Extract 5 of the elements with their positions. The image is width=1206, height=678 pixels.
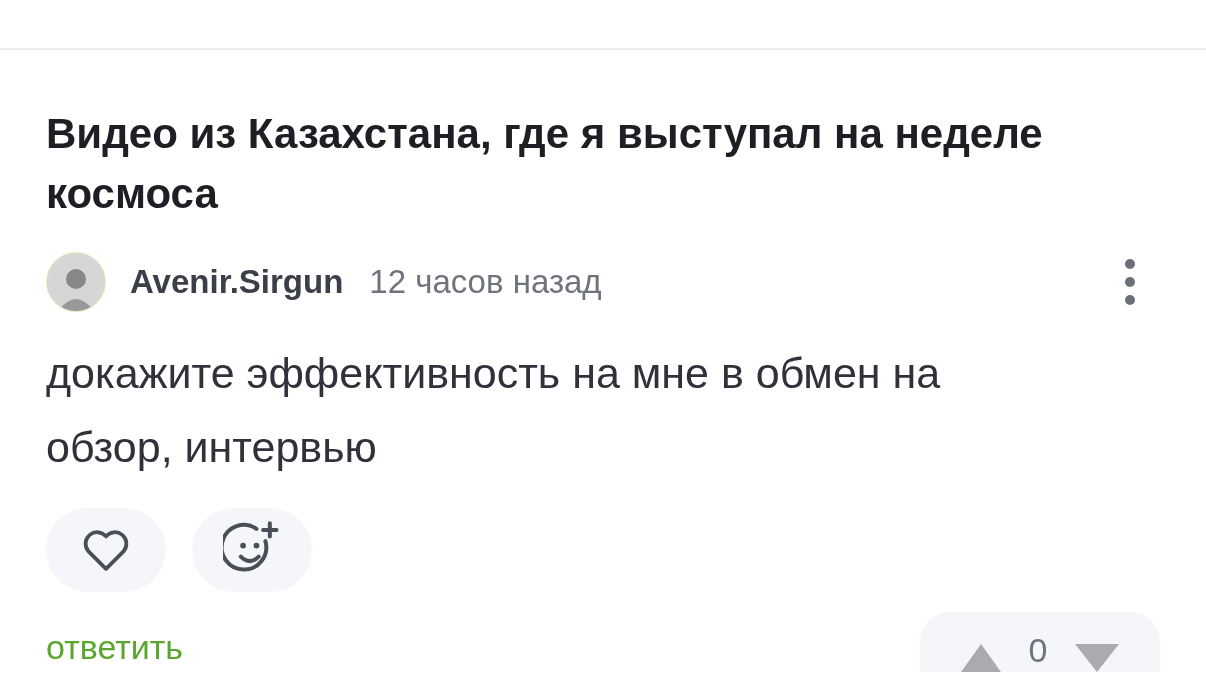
post-title: Видео из Казахстана, где я выступал на неделе космоса [46, 109, 1044, 219]
comment-time: 12 часов назад [369, 263, 602, 301]
author-name[interactable]: Avenir.Sirgun [130, 263, 344, 301]
vote-score: 0 [1028, 630, 1048, 671]
comment-text: докажите эффективность на мне в обмен на обзор, интервью [46, 348, 942, 473]
